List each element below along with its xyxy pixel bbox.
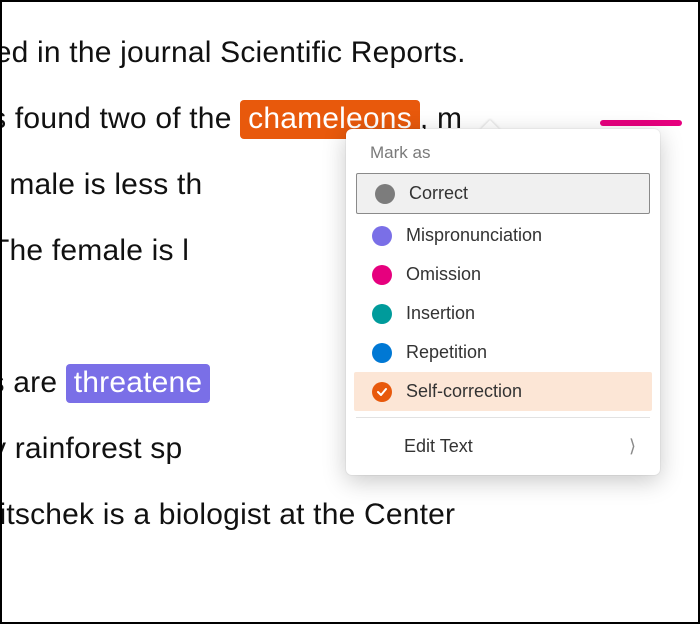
menu-divider [356,417,650,418]
text-fragment: . The male is less th [0,168,202,201]
menu-header: Mark as [352,143,654,173]
menu-item-insertion[interactable]: Insertion [354,294,652,333]
highlight-mispronunciation[interactable]: threatene [66,364,211,403]
text-fragment: leons are [0,366,66,399]
menu-item-label: Insertion [406,303,475,324]
dot-icon [375,184,395,204]
menu-item-omission[interactable]: Omission [354,255,652,294]
menu-item-label: Omission [406,264,481,285]
dot-icon [372,226,392,246]
menu-item-label: Repetition [406,342,487,363]
menu-item-label: Self-correction [406,381,522,402]
text-line: Hawlitschek is a biologist at the Center [0,482,700,548]
menu-item-repetition[interactable]: Repetition [354,333,652,372]
menu-item-edit-text[interactable]: Edit Text ⟩ [352,424,654,471]
text-line: blished in the journal Scientific Report… [0,20,700,86]
omission-underline-fragment [600,120,682,126]
dot-icon [372,343,392,363]
menu-item-self-correction[interactable]: Self-correction [354,372,652,411]
text-fragment: blished in the journal Scientific Report… [0,36,466,69]
dot-icon [372,304,392,324]
dot-icon [372,265,392,285]
mark-as-menu: Mark as Correct Mispronunciation Omissio… [346,129,660,475]
menu-item-mispronunciation[interactable]: Mispronunciation [354,216,652,255]
menu-item-label: Edit Text [404,436,473,457]
menu-item-label: Mispronunciation [406,225,542,246]
text-fragment: rtip. The female is l [0,234,189,267]
text-fragment: Hawlitschek is a biologist at the Center [0,498,455,531]
text-fragment: chers found two of the [0,102,240,135]
chevron-right-icon: ⟩ [629,436,636,457]
text-fragment: many rainforest sp [0,432,182,465]
menu-item-label: Correct [409,183,468,204]
app-frame: blished in the journal Scientific Report… [0,0,700,624]
check-icon [372,382,392,402]
menu-item-correct[interactable]: Correct [356,173,650,214]
